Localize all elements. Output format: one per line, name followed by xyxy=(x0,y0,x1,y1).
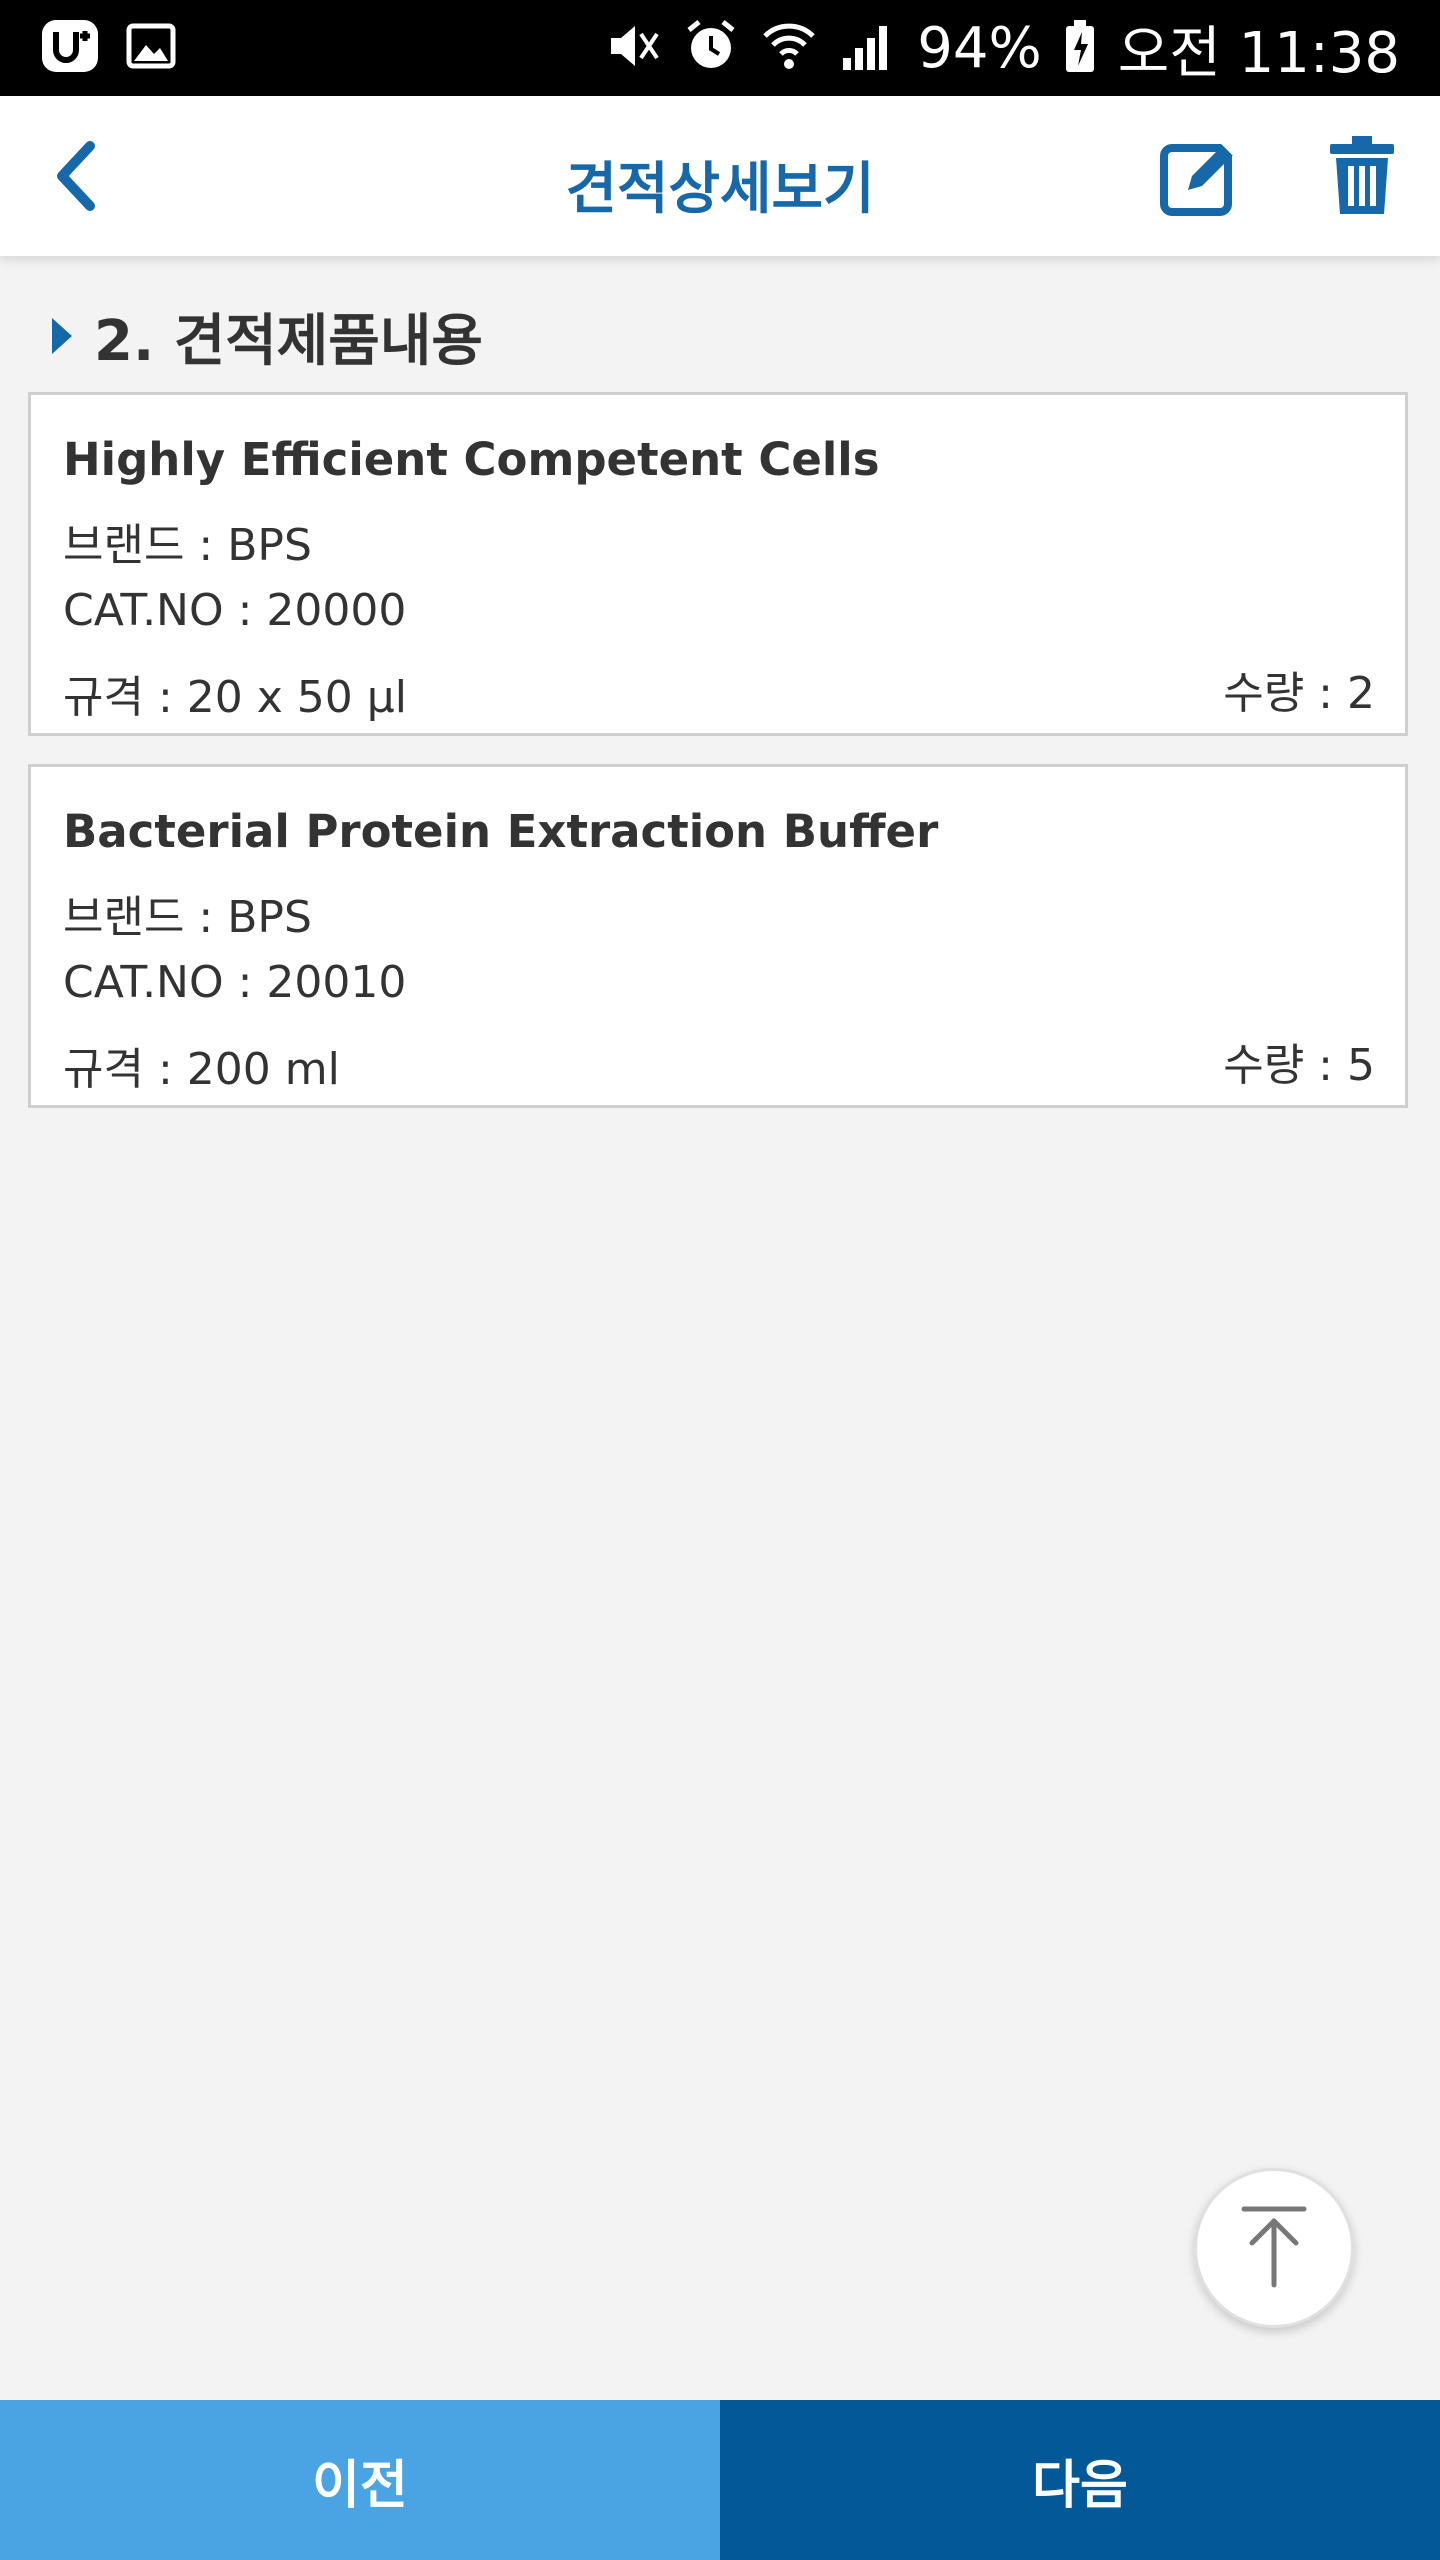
gallery-icon xyxy=(126,21,176,75)
product-cat-no: CAT.NO : 20000 xyxy=(63,585,407,636)
quote-item-card[interactable]: Bacterial Protein Extraction Buffer 브랜드 … xyxy=(28,764,1408,1108)
arrow-up-to-top-icon xyxy=(1234,2201,1314,2295)
triangle-right-icon xyxy=(52,318,72,354)
edit-icon xyxy=(1158,138,1242,222)
bottom-nav: 이전 다음 xyxy=(0,2400,1440,2560)
edit-button[interactable] xyxy=(1158,134,1242,218)
product-spec: 규격 : 200 ml xyxy=(63,1044,340,1095)
scroll-to-top-button[interactable] xyxy=(1194,2168,1354,2328)
clock: 오전 11:38 xyxy=(1117,20,1400,86)
status-bar: 94% 오전 11:38 xyxy=(0,0,1440,96)
trash-icon xyxy=(1326,136,1398,222)
product-cat-no: CAT.NO : 20010 xyxy=(63,957,407,1008)
mute-icon xyxy=(605,18,661,78)
alarm-icon xyxy=(683,18,739,78)
product-quantity: 수량 : 5 xyxy=(1223,1040,1375,1091)
delete-button[interactable] xyxy=(1326,134,1398,218)
next-button[interactable]: 다음 xyxy=(720,2400,1440,2560)
battery-percent: 94% xyxy=(917,15,1042,81)
prev-button[interactable]: 이전 xyxy=(0,2400,720,2560)
product-quantity: 수량 : 2 xyxy=(1223,668,1375,719)
product-spec: 규격 : 20 x 50 μl xyxy=(63,672,407,723)
product-brand: 브랜드 : BPS xyxy=(63,892,312,943)
wifi-icon xyxy=(761,18,817,78)
u-plus-icon xyxy=(40,18,100,78)
battery-icon xyxy=(1064,18,1096,78)
app-bar: 견적상세보기 xyxy=(0,96,1440,256)
section-title: 2. 견적제품내용 xyxy=(94,308,483,374)
product-name: Bacterial Protein Extraction Buffer xyxy=(63,805,939,858)
product-name: Highly Efficient Competent Cells xyxy=(63,433,880,486)
signal-icon xyxy=(839,18,895,78)
product-brand: 브랜드 : BPS xyxy=(63,520,312,571)
quote-item-card[interactable]: Highly Efficient Competent Cells 브랜드 : B… xyxy=(28,392,1408,736)
section-heading: 2. 견적제품내용 xyxy=(52,296,483,376)
